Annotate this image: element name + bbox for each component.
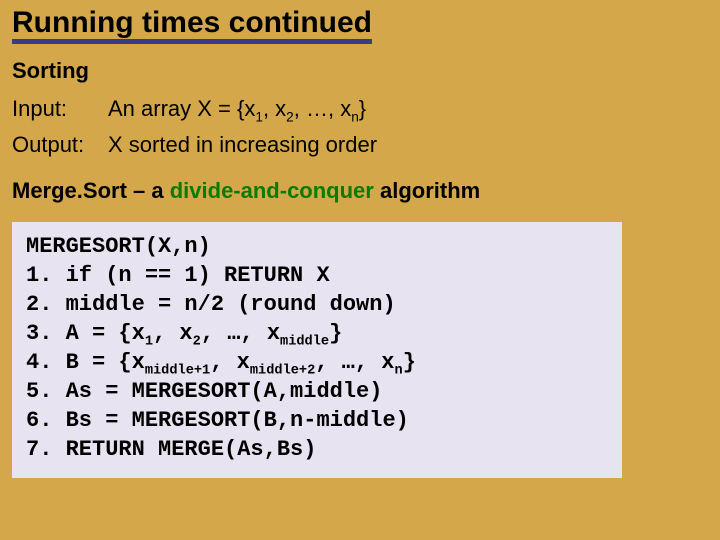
code-text: 4. B = {x	[26, 350, 145, 375]
code-line: 6. Bs = MERGESORT(B,n-middle)	[26, 406, 608, 435]
code-text: , …, x	[315, 350, 394, 375]
slide-title: Running times continued	[12, 6, 372, 44]
input-text: }	[359, 96, 366, 121]
merge-dash: – a	[133, 178, 170, 203]
divide-and-conquer: divide-and-conquer	[170, 178, 374, 203]
code-text: , …, x	[201, 321, 280, 346]
output-value: X sorted in increasing order	[108, 132, 377, 158]
code-line: 7. RETURN MERGE(As,Bs)	[26, 435, 608, 464]
code-line: 2. middle = n/2 (round down)	[26, 290, 608, 319]
merge-rest: algorithm	[374, 178, 480, 203]
code-text: , x	[210, 350, 250, 375]
code-text: 3. A = {x	[26, 321, 145, 346]
output-row: Output: X sorted in increasing order	[12, 132, 708, 158]
section-heading: Sorting	[12, 58, 708, 84]
input-text: , x	[263, 96, 286, 121]
subscript: 1	[255, 109, 263, 124]
code-line: 5. As = MERGESORT(A,middle)	[26, 377, 608, 406]
input-label: Input:	[12, 96, 108, 122]
input-text: An array X = {x	[108, 96, 255, 121]
code-text: }	[403, 350, 416, 375]
merge-name: Merge.Sort	[12, 178, 133, 203]
code-line: 3. A = {x1, x2, …, xmiddle}	[26, 319, 608, 348]
subscript: n	[395, 364, 403, 379]
code-line: 4. B = {xmiddle+1, xmiddle+2, …, xn}	[26, 348, 608, 377]
code-text: , x	[153, 321, 193, 346]
input-value: An array X = {x1, x2, …, xn}	[108, 96, 366, 122]
code-line: MERGESORT(X,n)	[26, 232, 608, 261]
code-line: 1. if (n == 1) RETURN X	[26, 261, 608, 290]
code-text: }	[329, 321, 342, 346]
mergesort-heading: Merge.Sort – a divide-and-conquer algori…	[12, 178, 708, 204]
subscript: 2	[286, 109, 294, 124]
output-label: Output:	[12, 132, 108, 158]
pseudocode-box: MERGESORT(X,n) 1. if (n == 1) RETURN X 2…	[12, 222, 622, 478]
subscript: n	[351, 109, 359, 124]
input-row: Input: An array X = {x1, x2, …, xn}	[12, 96, 708, 122]
input-text: , …, x	[294, 96, 351, 121]
